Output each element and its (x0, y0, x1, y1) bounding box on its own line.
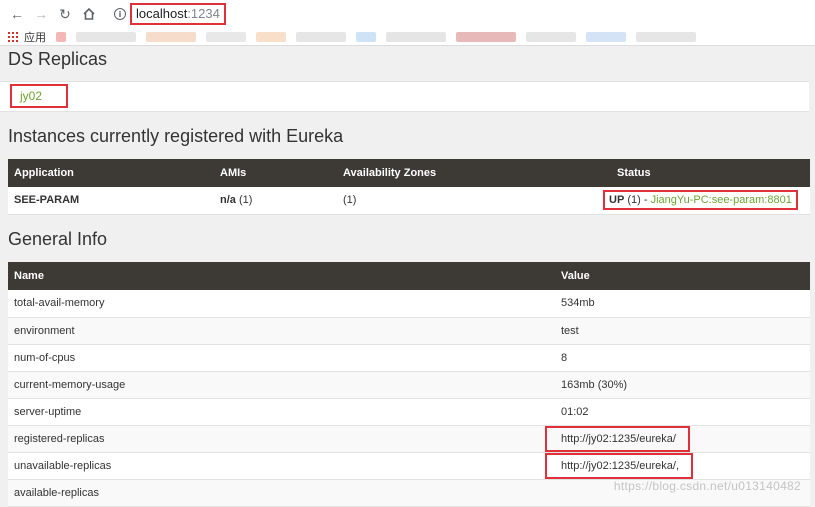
info-name: registered-replicas (8, 425, 555, 452)
info-name: current-memory-usage (8, 371, 555, 398)
general-info-table: Name Value total-avail-memory 534mb envi… (8, 262, 810, 507)
info-value: http://jy02:1235/eureka/, (555, 452, 810, 479)
info-name: environment (8, 317, 555, 344)
column-header: Name (8, 262, 555, 290)
watermark: https://blog.csdn.net/u013140482 (614, 479, 801, 493)
blurred-bookmark[interactable] (146, 32, 196, 42)
instances-table: Application AMIs Availability Zones Stat… (8, 159, 810, 215)
registered-replicas-highlight: http://jy02:1235/eureka/ (545, 426, 690, 452)
info-name: server-uptime (8, 398, 555, 425)
bookmarks-bar: 应用 (0, 28, 815, 46)
table-row: SEE-PARAM n/a (1) (1) UP (1) - JiangYu-P… (8, 187, 810, 214)
table-header-row: Name Value (8, 262, 810, 290)
back-arrow-icon[interactable]: ← (8, 5, 26, 23)
table-row: num-of-cpus 8 (8, 344, 810, 371)
info-name: num-of-cpus (8, 344, 555, 371)
forward-arrow-icon[interactable]: → (32, 5, 50, 23)
application-cell: SEE-PARAM (8, 187, 214, 214)
info-value: test (555, 317, 810, 344)
address-bar[interactable]: i localhost:1234 (110, 3, 230, 25)
general-info-title: General Info (0, 229, 107, 250)
ds-replicas-title: DS Replicas (0, 49, 107, 70)
table-row: total-avail-memory 534mb (8, 290, 810, 317)
ds-replicas-list: jy02 (0, 81, 809, 112)
url-text[interactable]: localhost:1234 (130, 3, 226, 25)
table-header-row: Application AMIs Availability Zones Stat… (8, 159, 810, 187)
blurred-bookmark[interactable] (586, 32, 626, 42)
unavailable-replicas-highlight: http://jy02:1235/eureka/, (545, 453, 693, 479)
blurred-bookmark[interactable] (56, 32, 66, 42)
apps-grid-icon[interactable] (8, 32, 18, 42)
replica-link[interactable]: jy02 (10, 84, 68, 108)
info-value: 8 (555, 344, 810, 371)
instance-link[interactable]: JiangYu-PC:see-param:8801 (651, 194, 792, 206)
info-icon[interactable]: i (114, 8, 126, 20)
blurred-bookmark[interactable] (636, 32, 696, 42)
info-value: 163mb (30%) (555, 371, 810, 398)
table-row: current-memory-usage 163mb (30%) (8, 371, 810, 398)
column-header: Status (611, 159, 810, 187)
blurred-bookmark[interactable] (296, 32, 346, 42)
browser-toolbar: ← → ↻ i localhost:1234 (0, 0, 815, 28)
blurred-bookmark[interactable] (76, 32, 136, 42)
status-cell: UP (1) - JiangYu-PC:see-param:8801 (611, 187, 810, 214)
table-row: server-uptime 01:02 (8, 398, 810, 425)
info-name: available-replicas (8, 479, 555, 506)
info-name: total-avail-memory (8, 290, 555, 317)
blurred-bookmark[interactable] (256, 32, 286, 42)
column-header: Availability Zones (337, 159, 611, 187)
blurred-bookmark[interactable] (456, 32, 516, 42)
instances-title: Instances currently registered with Eure… (0, 126, 343, 147)
blurred-bookmark[interactable] (386, 32, 446, 42)
status-highlight: UP (1) - JiangYu-PC:see-param:8801 (603, 190, 798, 210)
zones-cell: (1) (337, 187, 611, 214)
bookmark-apps[interactable]: 应用 (24, 29, 46, 45)
table-row: unavailable-replicas http://jy02:1235/eu… (8, 452, 810, 479)
status-up-label: UP (609, 194, 624, 206)
info-name: unavailable-replicas (8, 452, 555, 479)
table-row: registered-replicas http://jy02:1235/eur… (8, 425, 810, 452)
blurred-bookmark[interactable] (206, 32, 246, 42)
info-value: http://jy02:1235/eureka/ (555, 425, 810, 452)
blurred-bookmark[interactable] (526, 32, 576, 42)
column-header: Value (555, 262, 810, 290)
amis-cell: n/a (1) (214, 187, 337, 214)
home-icon[interactable] (80, 5, 98, 23)
info-value: 01:02 (555, 398, 810, 425)
reload-icon[interactable]: ↻ (56, 5, 74, 23)
column-header: Application (8, 159, 214, 187)
info-value: 534mb (555, 290, 810, 317)
blurred-bookmark[interactable] (356, 32, 376, 42)
table-row: environment test (8, 317, 810, 344)
column-header: AMIs (214, 159, 337, 187)
